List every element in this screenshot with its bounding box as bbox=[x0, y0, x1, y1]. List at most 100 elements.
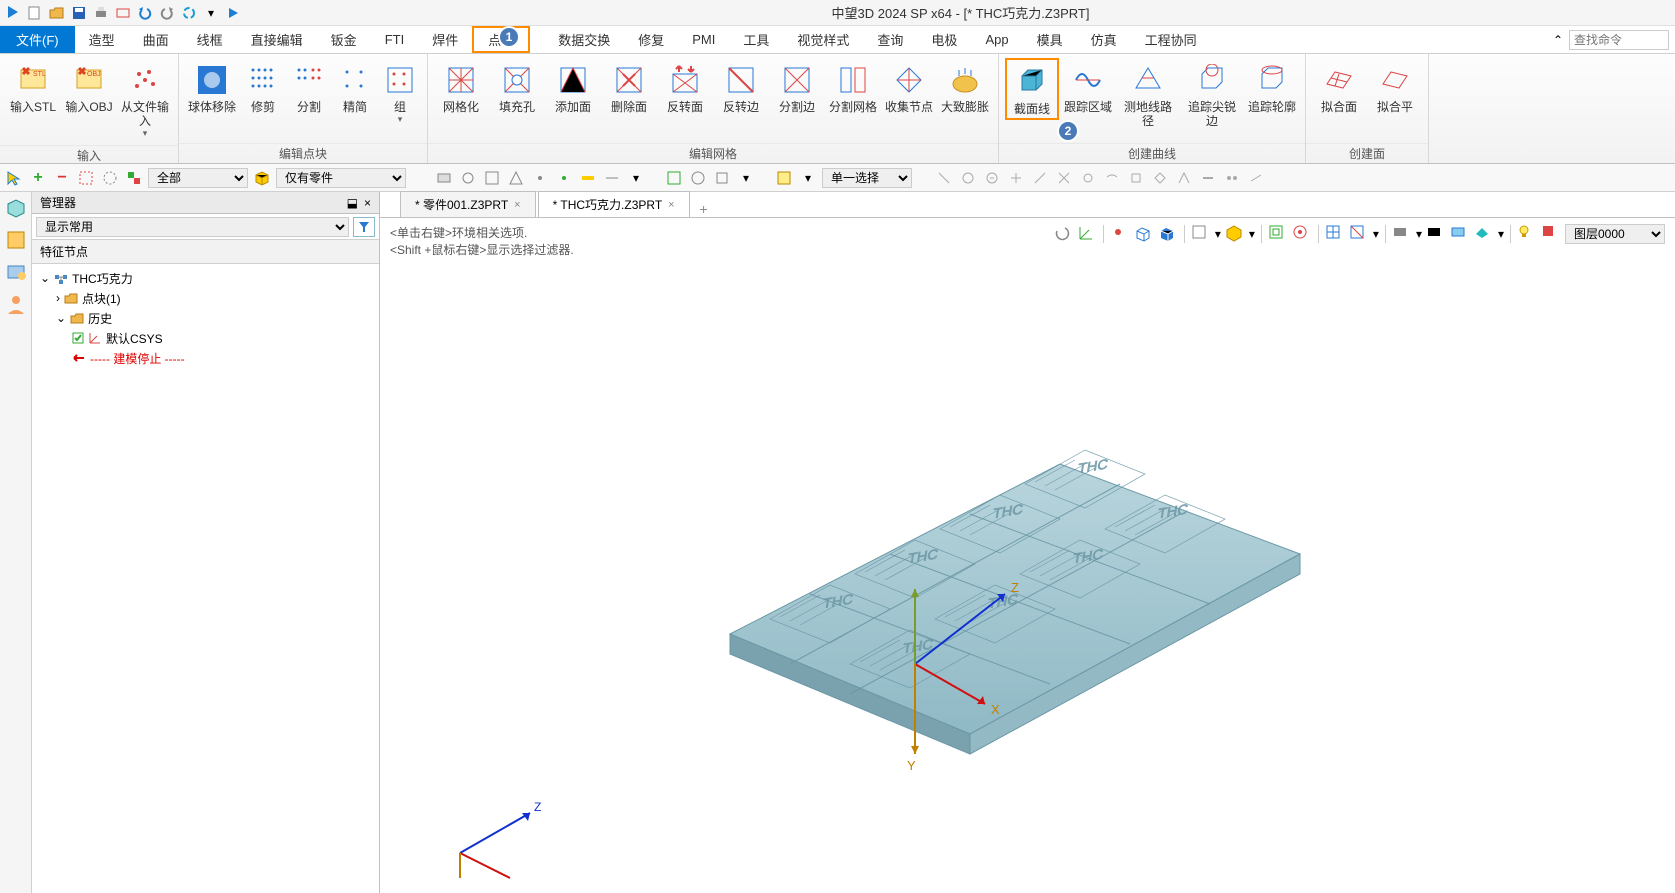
fitface-button[interactable]: 拟合面 bbox=[1312, 58, 1366, 116]
tb-ico-12[interactable] bbox=[712, 168, 732, 188]
tb-ico-10[interactable] bbox=[664, 168, 684, 188]
play-icon[interactable] bbox=[224, 4, 242, 22]
geodesic-button[interactable]: 测地线路径 bbox=[1117, 58, 1179, 130]
menu-app[interactable]: App bbox=[971, 26, 1022, 53]
menu-inquire[interactable]: 查询 bbox=[863, 26, 917, 53]
tree-blocks[interactable]: › 点块(1) bbox=[32, 288, 379, 308]
sm-ico-7[interactable] bbox=[1078, 168, 1098, 188]
vt-box-icon[interactable] bbox=[1191, 224, 1211, 244]
tb-ico-2[interactable] bbox=[458, 168, 478, 188]
part-filter-combo[interactable]: 仅有零件 bbox=[276, 168, 406, 188]
tab-add[interactable]: + bbox=[692, 201, 716, 217]
menu-electrode[interactable]: 电极 bbox=[917, 26, 971, 53]
filter-combo[interactable]: 全部 bbox=[148, 168, 248, 188]
sidetab-user[interactable] bbox=[4, 292, 28, 316]
overflow-icon[interactable]: ⌃ bbox=[1553, 33, 1563, 47]
filter-icon[interactable] bbox=[353, 217, 375, 237]
lasso-sel-icon[interactable] bbox=[100, 168, 120, 188]
splitmesh-button[interactable]: 分割网格 bbox=[826, 58, 880, 116]
simplify-button[interactable]: 精简 bbox=[333, 58, 377, 116]
sm-ico-8[interactable] bbox=[1102, 168, 1122, 188]
minus-icon[interactable]: − bbox=[52, 168, 72, 188]
tb-ico-5[interactable] bbox=[530, 168, 550, 188]
sm-ico-1[interactable] bbox=[934, 168, 954, 188]
sm-ico-13[interactable] bbox=[1222, 168, 1242, 188]
tree-history[interactable]: ⌄ 历史 bbox=[32, 308, 379, 328]
tree-root[interactable]: ⌄ THC巧克力 bbox=[32, 268, 379, 288]
menu-wireframe[interactable]: 线框 bbox=[183, 26, 237, 53]
import-stl-button[interactable]: STL输入STL bbox=[6, 58, 60, 116]
vt-black-icon[interactable] bbox=[1426, 224, 1446, 244]
sm-ico-3[interactable] bbox=[982, 168, 1002, 188]
import-obj-button[interactable]: OBJ输入OBJ bbox=[62, 58, 116, 116]
vt-target-icon[interactable] bbox=[1292, 224, 1312, 244]
print-icon[interactable] bbox=[92, 4, 110, 22]
sm-ico-10[interactable] bbox=[1150, 168, 1170, 188]
menu-visual[interactable]: 视觉样式 bbox=[783, 26, 863, 53]
tb-ico-6[interactable] bbox=[554, 168, 574, 188]
sm-ico-11[interactable] bbox=[1174, 168, 1194, 188]
rect-sel-icon[interactable] bbox=[76, 168, 96, 188]
vt-axis-icon[interactable] bbox=[1077, 224, 1097, 244]
open-icon[interactable] bbox=[48, 4, 66, 22]
tab-part001[interactable]: * 零件001.Z3PRT× bbox=[400, 191, 536, 217]
plus-icon[interactable]: + bbox=[28, 168, 48, 188]
tab-close-icon[interactable]: × bbox=[514, 199, 520, 211]
group-button[interactable]: 组▾ bbox=[379, 58, 421, 127]
split-pts-button[interactable]: 分割 bbox=[287, 58, 331, 116]
display-mode-combo[interactable]: 显示常用 bbox=[36, 217, 349, 237]
sm-ico-6[interactable] bbox=[1054, 168, 1074, 188]
tree-stop[interactable]: ----- 建模停止 ----- bbox=[32, 348, 379, 368]
sm-ico-9[interactable] bbox=[1126, 168, 1146, 188]
import-file-button[interactable]: 从文件输入▾ bbox=[118, 58, 172, 141]
sidetab-model[interactable] bbox=[4, 196, 28, 220]
menu-collab[interactable]: 工程协同 bbox=[1131, 26, 1211, 53]
vt-teal-icon[interactable] bbox=[1474, 224, 1494, 244]
vt-fit-icon[interactable] bbox=[1268, 224, 1288, 244]
vt-grey-icon[interactable] bbox=[1392, 224, 1412, 244]
menu-exchange[interactable]: 数据交换 bbox=[544, 26, 624, 53]
sphere-remove-button[interactable]: 球体移除 bbox=[185, 58, 239, 116]
tb-ico-11[interactable] bbox=[688, 168, 708, 188]
vt-yellow-icon[interactable] bbox=[1225, 224, 1245, 244]
tb-ico-3[interactable] bbox=[482, 168, 502, 188]
tb-ico-8[interactable] bbox=[602, 168, 622, 188]
close-icon[interactable]: × bbox=[364, 196, 371, 210]
tb-ico-1[interactable] bbox=[434, 168, 454, 188]
sm-ico-14[interactable] bbox=[1246, 168, 1266, 188]
undo-icon[interactable] bbox=[136, 4, 154, 22]
inflate-button[interactable]: 大致膨胀 bbox=[938, 58, 992, 116]
menu-sim[interactable]: 仿真 bbox=[1077, 26, 1131, 53]
trace-region-button[interactable]: 跟踪区域 bbox=[1061, 58, 1115, 116]
cube-icon[interactable] bbox=[252, 168, 272, 188]
flipface-button[interactable]: 反转面 bbox=[658, 58, 712, 116]
meshify-button[interactable]: 网格化 bbox=[434, 58, 488, 116]
addface-button[interactable]: 添加面 bbox=[546, 58, 600, 116]
tb-ico-14[interactable] bbox=[774, 168, 794, 188]
refresh-icon[interactable] bbox=[180, 4, 198, 22]
tree-csys[interactable]: 默认CSYS bbox=[32, 328, 379, 348]
menu-fti[interactable]: FTI bbox=[371, 26, 419, 53]
trace-contour-button[interactable]: 追踪轮廓 bbox=[1245, 58, 1299, 116]
fillhole-button[interactable]: 填充孔 bbox=[490, 58, 544, 116]
collectnode-button[interactable]: 收集节点 bbox=[882, 58, 936, 116]
menu-file[interactable]: 文件(F) bbox=[0, 26, 75, 53]
flipedge-button[interactable]: 反转边 bbox=[714, 58, 768, 116]
color-sel-icon[interactable] bbox=[124, 168, 144, 188]
delface-button[interactable]: 删除面 bbox=[602, 58, 656, 116]
tb-ico-4[interactable] bbox=[506, 168, 526, 188]
menu-shape[interactable]: 造型 bbox=[75, 26, 129, 53]
splitedge-button[interactable]: 分割边 bbox=[770, 58, 824, 116]
vt-undo-icon[interactable] bbox=[1053, 224, 1073, 244]
save-icon[interactable] bbox=[70, 4, 88, 22]
tab-thc[interactable]: * THC巧克力.Z3PRT× bbox=[538, 191, 690, 217]
sm-ico-12[interactable] bbox=[1198, 168, 1218, 188]
section-line-button[interactable]: 截面线 bbox=[1005, 58, 1059, 120]
tab-close-icon[interactable]: × bbox=[668, 199, 674, 211]
canvas[interactable]: THC THC THC THC THC THC THC THC bbox=[380, 264, 1675, 893]
search-command-input[interactable] bbox=[1569, 30, 1669, 50]
pin-icon[interactable]: ⬓ bbox=[347, 196, 358, 210]
layer-combo[interactable]: 图层0000 bbox=[1565, 224, 1665, 244]
redo-icon[interactable] bbox=[158, 4, 176, 22]
menu-weld[interactable]: 焊件 bbox=[418, 26, 472, 53]
